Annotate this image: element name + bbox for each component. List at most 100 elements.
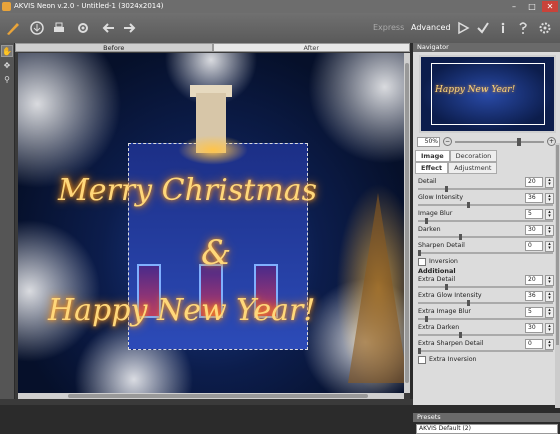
help-icon[interactable] [514,19,532,37]
param-slider-knob[interactable] [418,348,421,354]
param-spinner[interactable]: ▴ ▾ [545,275,554,286]
param-slider-knob[interactable] [424,316,428,322]
param-value-field[interactable]: 20 [525,275,543,285]
minimize-button[interactable]: – [506,1,522,12]
param-value-field[interactable]: 20 [525,177,543,187]
param-slider-knob[interactable] [424,218,428,224]
param-slider-knob[interactable] [418,250,421,256]
param-value-field[interactable]: 36 [525,193,543,203]
param-value-field[interactable]: 30 [525,225,543,235]
param-slider-track[interactable] [418,188,553,190]
param-spinner[interactable]: ▴ ▾ [545,323,554,334]
param-row: Darken 30 ▴ ▾ [416,225,557,241]
presets-select[interactable]: AKVIS Default (2) [416,424,558,434]
panel-scrollbar[interactable] [555,143,560,408]
apply-icon[interactable] [474,19,492,37]
vertical-scrollbar[interactable] [404,53,410,393]
param-slider-track[interactable] [418,318,553,320]
run-icon[interactable] [454,19,472,37]
image-canvas[interactable]: Merry Christmas & Happy New Year! [18,53,404,393]
redo-icon[interactable] [120,19,138,37]
param-spinner[interactable]: ▴ ▾ [545,193,554,204]
zoom-out-button[interactable]: − [443,137,452,146]
param-slider-knob[interactable] [466,300,470,306]
param-row: Image Blur 5 ▴ ▾ [416,209,557,225]
settings-icon[interactable] [74,19,92,37]
param-value-field[interactable]: 5 [525,209,543,219]
param-slider-track[interactable] [418,286,553,288]
param-slider-knob[interactable] [458,234,462,240]
param-spinner[interactable]: ▴ ▾ [545,307,554,318]
brush-icon[interactable] [4,19,22,37]
advanced-mode-button[interactable]: Advanced [411,23,451,32]
navigator-thumb-text: Happy New Year! [435,85,516,95]
param-value-field[interactable]: 5 [525,307,543,317]
param-label: Extra Darken [418,324,460,331]
param-label: Sharpen Detail [418,242,465,249]
param-row: Extra Image Blur 5 ▴ ▾ [416,307,557,323]
canvas-area: Before After Merry Christmas & Happy New… [15,43,410,399]
param-spinner[interactable]: ▴ ▾ [545,225,554,236]
param-row: Extra Detail 20 ▴ ▾ [416,275,557,291]
param-label: Darken [418,226,441,233]
christmas-tree [348,193,404,383]
param-slider-knob[interactable] [445,186,448,192]
param-value-field[interactable]: 0 [525,241,543,251]
zoom-field[interactable]: 50% [417,136,440,147]
param-value-field[interactable]: 36 [525,291,543,301]
tab-image[interactable]: Image [415,150,450,162]
app-icon [2,2,11,11]
param-spinner[interactable]: ▴ ▾ [545,209,554,220]
zoom-tool-icon[interactable]: ⚲ [1,73,13,85]
tools-bar: ✋ ✥ ⚲ [0,43,14,399]
tab-adjustment[interactable]: Adjustment [448,162,498,174]
param-slider-track[interactable] [418,236,553,238]
pan-tool-icon[interactable]: ✥ [1,59,13,71]
extra-inversion-checkbox[interactable] [418,355,426,364]
inversion-label: Inversion [429,258,458,265]
tab-decoration[interactable]: Decoration [449,150,498,162]
tab-effect[interactable]: Effect [415,162,449,174]
param-slider-knob[interactable] [445,284,448,290]
preferences-icon[interactable] [536,19,554,37]
param-value-field[interactable]: 0 [525,339,543,349]
express-mode-button[interactable]: Express [373,23,404,32]
param-slider-track[interactable] [418,334,553,336]
undo-icon[interactable] [100,19,118,37]
param-slider-track[interactable] [418,302,553,304]
param-row: Detail 20 ▴ ▾ [416,177,557,193]
param-spinner[interactable]: ▴ ▾ [545,241,554,252]
maximize-button[interactable]: □ [524,1,540,12]
hand-tool-icon[interactable]: ✋ [1,45,13,57]
greeting-line-1: Merry Christmas [58,173,318,208]
param-label: Extra Image Blur [418,308,471,315]
tab-after[interactable]: After [212,43,410,52]
close-button[interactable]: ✕ [542,1,558,12]
info-icon[interactable] [494,19,512,37]
param-spinner[interactable]: ▴ ▾ [545,291,554,302]
param-label: Image Blur [418,210,453,217]
param-row: Extra Darken 30 ▴ ▾ [416,323,557,339]
param-row: Extra Glow Intensity 36 ▴ ▾ [416,291,557,307]
extra-inversion-label: Extra Inversion [429,356,477,363]
param-label: Extra Detail [418,276,456,283]
param-spinner[interactable]: ▴ ▾ [545,177,554,188]
param-label: Detail [418,178,437,185]
param-slider-track[interactable] [418,220,553,222]
param-slider-track[interactable] [418,252,553,254]
print-icon[interactable] [50,19,68,37]
zoom-slider[interactable] [455,137,544,146]
param-slider-knob[interactable] [466,202,470,208]
param-value-field[interactable]: 30 [525,323,543,333]
window-title: AKVIS Neon v.2.0 - Untitled-1 (3024x2014… [14,2,164,10]
param-slider-track[interactable] [418,204,553,206]
tab-before[interactable]: Before [15,43,213,52]
param-slider-track[interactable] [418,350,553,352]
param-spinner[interactable]: ▴ ▾ [545,339,554,350]
navigator-thumbnail[interactable]: Happy New Year! [419,55,556,133]
param-label: Glow Intensity [418,194,464,201]
save-icon[interactable] [28,19,46,37]
param-slider-knob[interactable] [458,332,462,338]
inversion-checkbox[interactable] [418,257,426,266]
param-label: Extra Glow Intensity [418,292,482,299]
